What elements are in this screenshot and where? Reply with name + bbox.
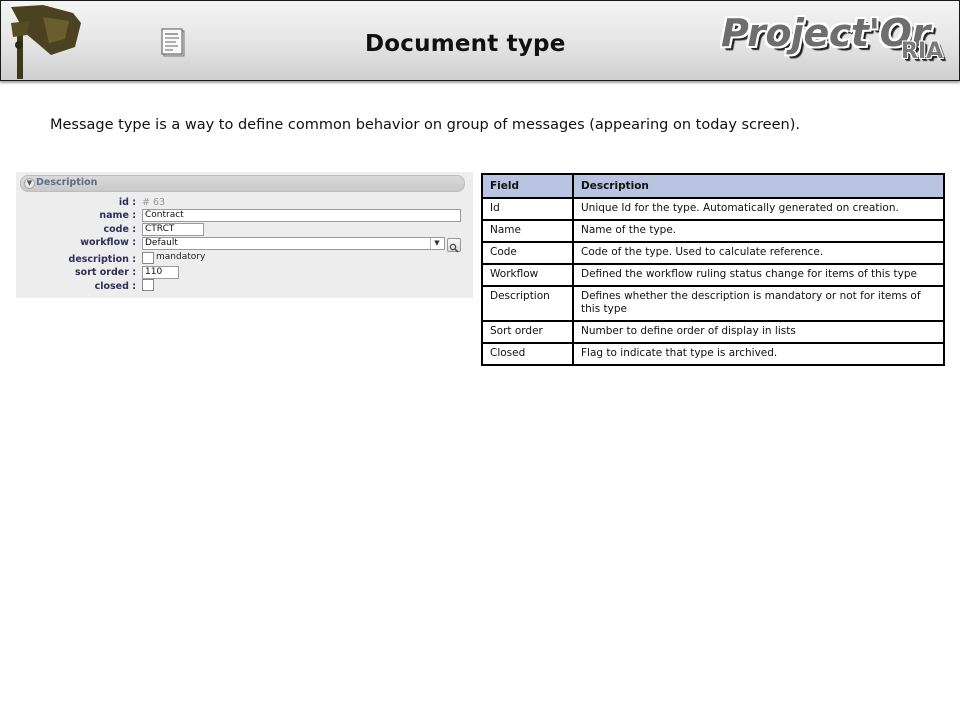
sort-order-label: sort order : (75, 267, 136, 278)
workflow-label: workflow : (80, 237, 136, 248)
mandatory-label: mandatory (156, 252, 206, 262)
table-cell-description: Flag to indicate that type is archived. (572, 342, 945, 366)
id-value: # 63 (142, 197, 166, 208)
spotlight-logo-icon (11, 5, 81, 79)
field-reference-table: Field Description Id Unique Id for the t… (481, 173, 945, 366)
table-row: Name Name of the type. (481, 219, 945, 243)
table-row: Closed Flag to indicate that type is arc… (481, 342, 945, 366)
table-cell-description: Name of the type. (572, 219, 945, 243)
brand-logo-suffix: RIA (901, 39, 944, 64)
table-cell-description: Code of the type. Used to calculate refe… (572, 241, 945, 265)
search-icon (449, 243, 459, 253)
collapse-toggle-icon[interactable]: ▼ (24, 178, 35, 189)
closed-label: closed : (94, 281, 136, 292)
workflow-select-value: Default (145, 238, 178, 248)
table-cell-description: Unique Id for the type. Automatically ge… (572, 197, 945, 221)
table-row: Code Code of the type. Used to calculate… (481, 241, 945, 265)
mandatory-checkbox[interactable] (142, 252, 154, 264)
id-label: id : (118, 197, 136, 208)
code-label: code : (103, 224, 136, 235)
page-title: Document type (365, 31, 566, 57)
code-input[interactable]: CTRCT (142, 223, 204, 236)
table-row: Workflow Defined the workflow ruling sta… (481, 263, 945, 287)
table-header-row: Field Description (481, 173, 945, 199)
table-header-field: Field (481, 173, 574, 199)
table-cell-description: Number to define order of display in lis… (572, 320, 945, 344)
search-button[interactable] (447, 238, 461, 253)
section-title: Description (36, 177, 98, 188)
header-banner: Document type Project'Or RIA (0, 0, 960, 81)
name-input[interactable]: Contract (142, 209, 461, 222)
table-header-description: Description (572, 173, 945, 199)
description-form-panel: ▼ Description id : # 63 name : Contract … (16, 172, 473, 298)
table-cell-description: Defines whether the description is manda… (572, 285, 945, 322)
document-icon (161, 28, 185, 57)
table-cell-field: Description (481, 285, 574, 322)
description-label: description : (68, 254, 136, 265)
chevron-down-icon[interactable]: ▼ (430, 238, 443, 249)
table-cell-field: Sort order (481, 320, 574, 344)
intro-text: Message type is a way to define common b… (50, 117, 800, 133)
table-cell-field: Code (481, 241, 574, 265)
table-cell-field: Closed (481, 342, 574, 366)
sort-order-input[interactable]: 110 (142, 266, 179, 279)
table-cell-field: Workflow (481, 263, 574, 287)
closed-checkbox[interactable] (142, 279, 154, 291)
table-row: Id Unique Id for the type. Automatically… (481, 197, 945, 221)
section-header[interactable]: ▼ Description (20, 175, 465, 192)
table-cell-field: Id (481, 197, 574, 221)
brand-logo: Project'Or (721, 11, 930, 55)
table-cell-field: Name (481, 219, 574, 243)
workflow-select[interactable]: Default (142, 237, 445, 250)
table-row: Description Defines whether the descript… (481, 285, 945, 322)
table-row: Sort order Number to define order of dis… (481, 320, 945, 344)
table-cell-description: Defined the workflow ruling status chang… (572, 263, 945, 287)
name-label: name : (99, 210, 136, 221)
